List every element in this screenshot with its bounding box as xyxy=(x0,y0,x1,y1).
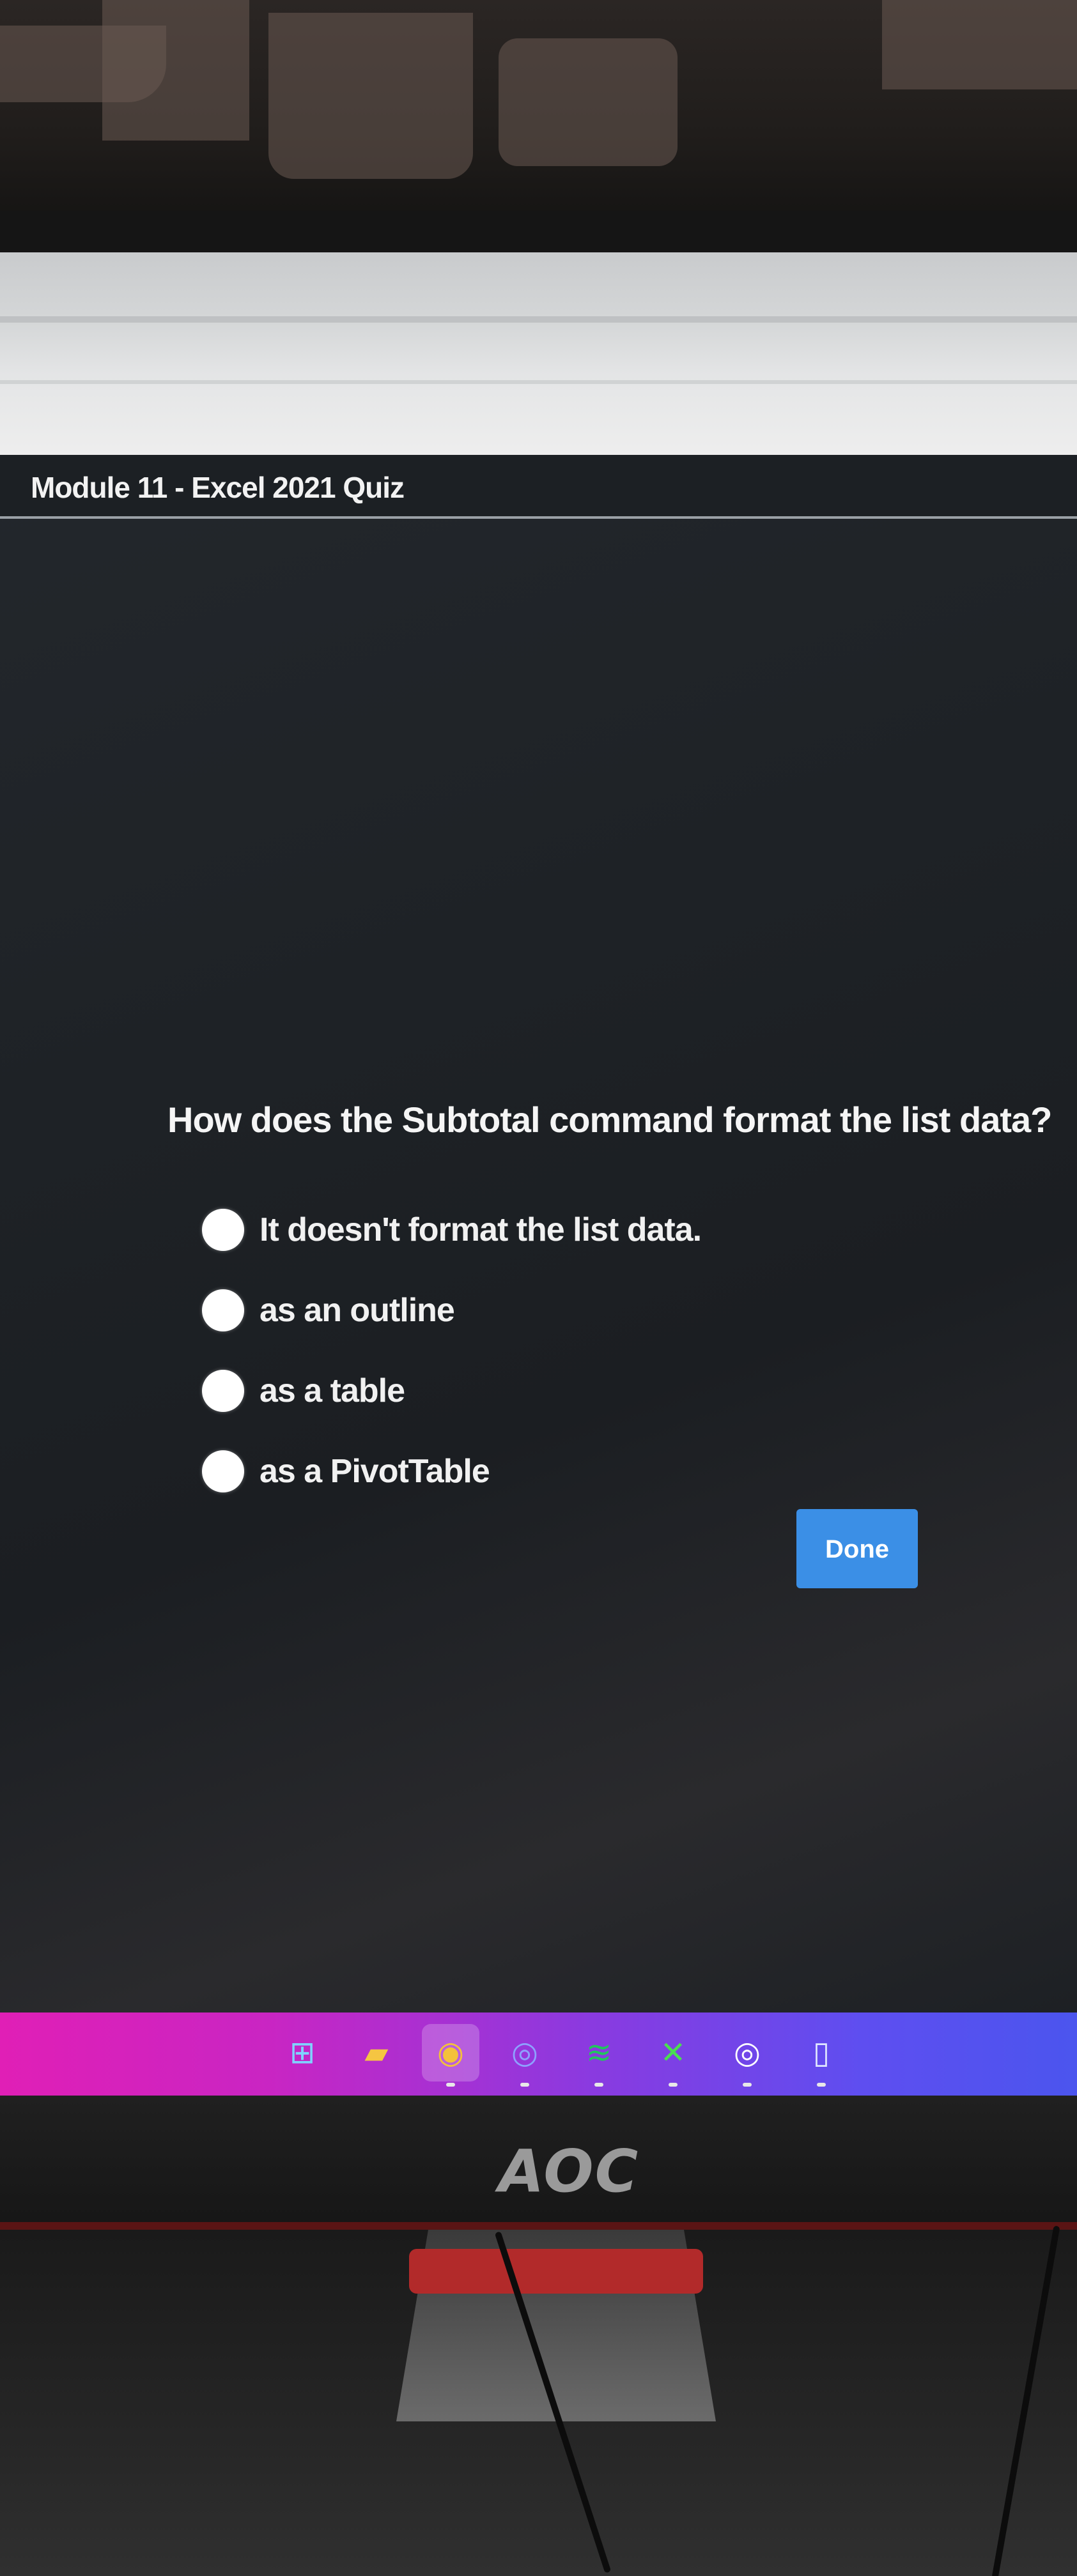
app-icon-glyph: ◎ xyxy=(734,2035,761,2071)
app-title: Module 11 - Excel 2021 Quiz xyxy=(31,471,405,504)
file-explorer-icon[interactable]: ▰ xyxy=(348,2024,405,2082)
running-indicator xyxy=(817,2083,826,2087)
answer-options: It doesn't format the list data. as an o… xyxy=(202,1201,702,1523)
taskbar-icons: ⊞ ▰ ◉ ◎ ≋ ✕ ◎ ▯ xyxy=(274,2024,867,2087)
taskbar: ⊞ ▰ ◉ ◎ ≋ ✕ ◎ ▯ xyxy=(0,2012,1077,2096)
monitor-accent-strip xyxy=(0,2222,1077,2230)
poster-shape xyxy=(102,0,249,141)
browser-bookmarks-bar xyxy=(0,380,1077,384)
running-indicator xyxy=(520,2083,529,2087)
answer-option[interactable]: as a PivotTable xyxy=(202,1443,701,1500)
answer-option[interactable]: It doesn't format the list data. xyxy=(202,1201,702,1259)
radio-button[interactable] xyxy=(202,1209,244,1251)
spotify-icon[interactable]: ≋ xyxy=(570,2024,628,2087)
app-icon-2-glyph: ▯ xyxy=(812,2035,830,2071)
answer-option[interactable]: as an outline xyxy=(202,1282,701,1339)
chrome-icon-glyph: ◉ xyxy=(437,2035,464,2071)
answer-option-label: as a PivotTable xyxy=(260,1453,490,1490)
browser-chrome xyxy=(0,252,1077,457)
radio-button[interactable] xyxy=(202,1370,244,1412)
browser-toolbar xyxy=(0,316,1077,323)
answer-option-label: It doesn't format the list data. xyxy=(260,1211,702,1248)
running-indicator xyxy=(594,2083,603,2087)
xbox-icon[interactable]: ✕ xyxy=(644,2024,702,2087)
chrome-icon[interactable]: ◉ xyxy=(422,2024,479,2087)
answer-option-label: as a table xyxy=(260,1372,405,1409)
answer-option[interactable]: as a table xyxy=(202,1362,701,1420)
done-button[interactable]: Done xyxy=(796,1509,918,1588)
answer-option-label: as an outline xyxy=(260,1292,455,1329)
question-text: How does the Subtotal command format the… xyxy=(167,1100,1052,1140)
xbox-icon-glyph: ✕ xyxy=(660,2035,686,2071)
monitor-brand-logo: AOC xyxy=(499,2137,640,2205)
app-icon[interactable]: ◎ xyxy=(718,2024,776,2087)
windows-start-icon[interactable]: ⊞ xyxy=(274,2024,331,2082)
running-indicator xyxy=(669,2083,678,2087)
quiz-app: Module 11 - Excel 2021 Quiz How does the… xyxy=(0,455,1077,2014)
radio-button[interactable] xyxy=(202,1450,244,1492)
poster-shape xyxy=(882,0,1077,89)
background-wall xyxy=(0,0,1077,224)
radio-button[interactable] xyxy=(202,1289,244,1331)
monitor-top-bezel xyxy=(0,211,1077,256)
poster-shape xyxy=(268,13,473,179)
discord-icon[interactable]: ◎ xyxy=(496,2024,554,2087)
spotify-icon-glyph: ≋ xyxy=(585,2035,612,2071)
discord-icon-glyph: ◎ xyxy=(511,2035,538,2071)
running-indicator xyxy=(743,2083,752,2087)
running-indicator xyxy=(446,2083,455,2087)
monitor-stand-accent xyxy=(409,2249,703,2294)
photo-frame: Module 11 - Excel 2021 Quiz How does the… xyxy=(0,0,1077,2576)
app-icon-2[interactable]: ▯ xyxy=(793,2024,850,2087)
poster-shape xyxy=(499,38,678,166)
app-header: Module 11 - Excel 2021 Quiz xyxy=(0,455,1077,519)
